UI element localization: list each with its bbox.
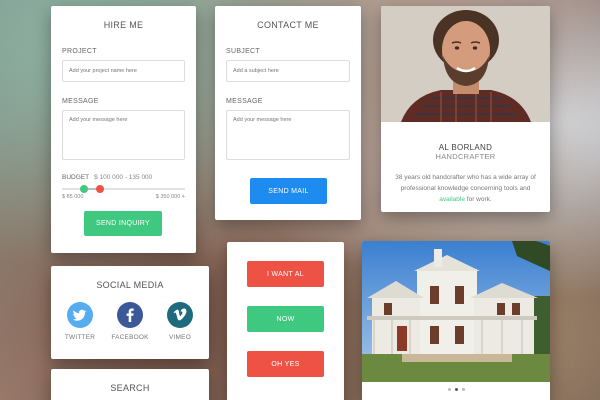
search-card: SEARCH	[51, 369, 209, 400]
contact-message-label: MESSAGE	[226, 98, 263, 105]
vimeo-v-icon[interactable]	[167, 302, 193, 328]
action-buttons-card: I WANT AL NOW OH YES	[227, 242, 344, 400]
now-button[interactable]: NOW	[247, 306, 324, 332]
budget-slider-max-handle[interactable]	[96, 185, 105, 193]
budget-range: $ 100 000 - 135 000	[94, 174, 153, 181]
social-facebook[interactable]: FACEBOOK	[105, 302, 155, 341]
contact-me-title: CONTACT ME	[257, 20, 319, 30]
gallery-dot[interactable]	[447, 388, 451, 391]
profile-bio-end: for work.	[466, 196, 492, 203]
facebook-f-icon[interactable]	[117, 302, 143, 328]
profile-card: AL BORLAND HANDCRAFTER 38 years old hand…	[381, 6, 550, 212]
send-inquiry-button[interactable]: SEND INQUIRY	[84, 211, 162, 236]
i-want-al-button[interactable]: I WANT AL	[247, 261, 324, 287]
profile-name: AL BORLAND	[438, 143, 493, 152]
hire-message-label: MESSAGE	[62, 98, 99, 105]
availability-link[interactable]: available	[439, 196, 465, 203]
profile-portrait-image	[381, 6, 550, 122]
profile-bio: 38 years old handcrafter who has a wide …	[395, 172, 536, 205]
hire-me-title: HIRE ME	[103, 20, 144, 30]
project-input[interactable]	[62, 60, 185, 82]
contact-message-input[interactable]	[226, 110, 350, 160]
social-vimeo[interactable]: VIMEO	[155, 302, 205, 341]
hire-me-card: HIRE ME PROJECT MESSAGE BUDGET $ 100 000 …	[51, 6, 196, 253]
social-twitter[interactable]: TWITTER	[55, 302, 105, 341]
project-label: PROJECT	[62, 48, 97, 55]
subject-label: SUBJECT	[226, 48, 260, 55]
gallery-pagination	[362, 388, 550, 391]
twitter-bird-icon[interactable]	[67, 302, 93, 328]
send-mail-button[interactable]: SEND MAIL	[250, 178, 327, 204]
vimeo-label: VIMEO	[169, 334, 191, 341]
gallery-house-image[interactable]	[362, 241, 550, 382]
subject-input[interactable]	[226, 60, 350, 82]
profile-role: HANDCRAFTER	[435, 152, 496, 161]
contact-me-card: CONTACT ME SUBJECT MESSAGE SEND MAIL	[215, 6, 361, 220]
profile-photo	[381, 6, 550, 122]
search-title: SEARCH	[110, 383, 150, 393]
oh-yes-button[interactable]: OH YES	[247, 351, 324, 377]
gallery-dot[interactable]	[461, 388, 465, 391]
facebook-label: FACEBOOK	[111, 334, 149, 341]
profile-bio-text: 38 years old handcrafter who has a wide …	[395, 174, 536, 192]
budget-row: BUDGET $ 100 000 - 135 000	[62, 174, 152, 181]
twitter-label: TWITTER	[64, 334, 96, 341]
social-media-card: SOCIAL MEDIA TWITTER FACEBOOK VIMEO	[51, 266, 209, 359]
budget-slider-min-handle[interactable]	[80, 185, 89, 193]
budget-label: BUDGET	[62, 174, 90, 181]
slider-min-value: $ 85 000	[62, 194, 84, 200]
gallery-card	[362, 241, 550, 400]
slider-max-value: $ 350 000 +	[155, 194, 185, 200]
budget-slider-track[interactable]	[62, 185, 185, 193]
social-media-title: SOCIAL MEDIA	[96, 280, 164, 290]
gallery-dot[interactable]	[454, 388, 458, 391]
hire-message-input[interactable]	[62, 110, 185, 160]
